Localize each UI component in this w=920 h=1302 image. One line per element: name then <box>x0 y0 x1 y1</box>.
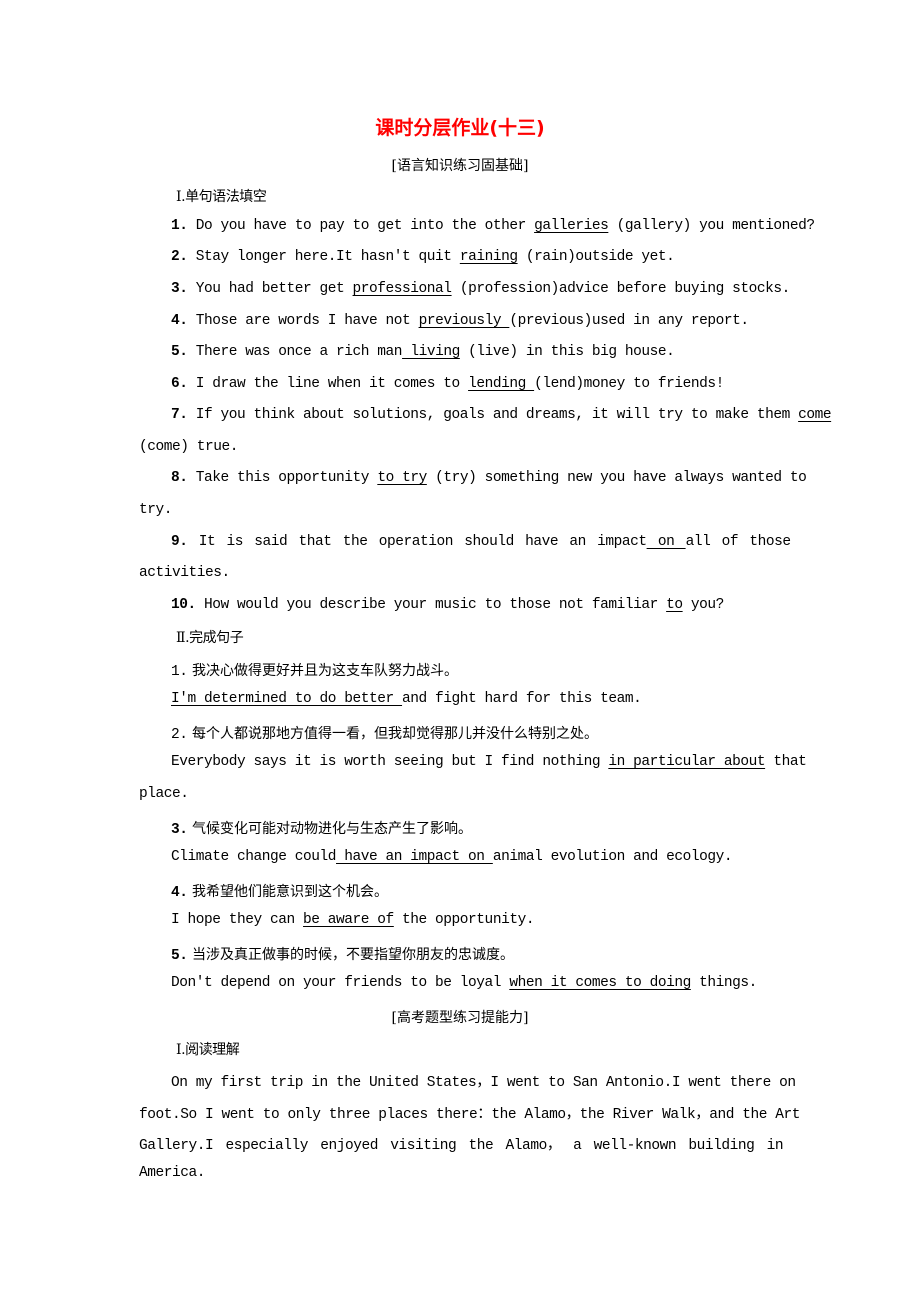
answer: come <box>798 407 832 423</box>
part2-heading: [高考题型练习提能力] <box>391 1010 529 1026</box>
answer: in particular about <box>608 754 766 770</box>
exercise-item-continuation: activities. <box>139 565 230 581</box>
item-number: 10. <box>171 597 196 613</box>
item-number: 5. <box>171 344 188 360</box>
passage-line: America. <box>139 1165 206 1181</box>
exercise-item: 2. Stay longer here.It hasn't quit raini… <box>171 249 675 265</box>
chinese-prompt: 3. 气候变化可能对动物进化与生态产生了影响。 <box>171 818 472 838</box>
chinese-prompt: 2. 每个人都说那地方值得一看，但我却觉得那儿并没什么特别之处。 <box>171 723 598 743</box>
chinese-text: 当涉及真正做事的时候，不要指望你朋友的忠诚度。 <box>187 947 514 963</box>
passage-line: foot.So I went to only three places ther… <box>139 1107 801 1123</box>
item-text: I hope they can <box>171 912 304 928</box>
answer: to try <box>377 470 427 486</box>
item-text: Stay longer here.It hasn't quit <box>187 249 460 265</box>
answer: have an impact on <box>336 849 493 865</box>
chinese-prompt: 4. 我希望他们能意识到这个机会。 <box>171 881 388 901</box>
translation-line: I hope they can be aware of the opportun… <box>171 912 535 928</box>
document-page: 课时分层作业(十三) [语言知识练习固基础] Ⅰ.单句语法填空 1. Do yo… <box>0 0 920 1302</box>
item-number: 8. <box>171 470 188 486</box>
item-text: all of those <box>685 534 791 550</box>
exercise-item: 1. Do you have to pay to get into the ot… <box>171 218 815 234</box>
item-text: Those are words I have not <box>187 313 419 329</box>
passage-line: Gallery.I especially enjoyed visiting th… <box>139 1138 784 1154</box>
item-text: Climate change could <box>171 849 337 865</box>
translation-continuation: place. <box>139 786 189 802</box>
item-text: You had better get <box>187 281 353 297</box>
item-text: Don't depend on your friends to be loyal <box>171 975 510 991</box>
exercise-item: 4. Those are words I have not previously… <box>171 313 749 329</box>
answer: to <box>666 597 683 613</box>
item-text: (profession)advice before buying stocks. <box>451 281 791 297</box>
item-number: 6. <box>171 376 188 392</box>
exercise-item: 5. There was once a rich man living (liv… <box>171 344 675 360</box>
chinese-text: 气候变化可能对动物进化与生态产生了影响。 <box>187 821 472 837</box>
item-number: 2. <box>171 727 188 743</box>
answer: lending <box>468 376 535 392</box>
answer: galleries <box>534 218 609 234</box>
item-text: (live) in this big house. <box>459 344 675 360</box>
chinese-text: 我希望他们能意识到这个机会。 <box>187 884 388 900</box>
item-number: 7. <box>171 407 188 423</box>
answer: professional <box>352 281 452 297</box>
item-text: If you think about solutions, goals and … <box>187 407 799 423</box>
item-number: 2. <box>171 249 188 265</box>
translation-line: Don't depend on your friends to be loyal… <box>171 975 757 991</box>
answer: on <box>646 534 686 550</box>
item-text: that <box>765 754 807 770</box>
item-number: 3. <box>171 822 188 838</box>
answer: be aware of <box>303 912 394 928</box>
item-number: 4. <box>171 885 188 901</box>
answer: when it comes to doing <box>509 975 691 991</box>
chinese-prompt: 1. 我决心做得更好并且为这支车队努力战斗。 <box>171 660 458 680</box>
exercise-item: 7. If you think about solutions, goals a… <box>171 407 832 423</box>
item-text: you? <box>682 597 724 613</box>
item-text: (rain)outside yet. <box>517 249 675 265</box>
item-text: and fight hard for this team. <box>402 691 642 707</box>
item-text: Take this opportunity <box>187 470 378 486</box>
exercise-item-continuation: (come) true. <box>139 439 239 455</box>
answer: living <box>402 344 460 360</box>
item-text: the opportunity. <box>393 912 535 928</box>
translation-line: I'm determined to do better and fight ha… <box>171 691 642 707</box>
section3-heading: Ⅰ.阅读理解 <box>176 1042 240 1058</box>
item-number: 1. <box>171 664 188 680</box>
part1-heading: [语言知识练习固基础] <box>391 158 529 174</box>
section1-heading: Ⅰ.单句语法填空 <box>176 189 267 205</box>
item-text: How would you describe your music to tho… <box>195 597 667 613</box>
passage-line: On my first trip in the United States，I … <box>171 1075 796 1091</box>
item-text: (gallery) you mentioned? <box>608 218 815 234</box>
item-text: I draw the line when it comes to <box>187 376 469 392</box>
item-text: It is said that the operation should hav… <box>187 534 647 550</box>
exercise-item-continuation: try. <box>139 502 173 518</box>
exercise-item: 9. It is said that the operation should … <box>171 534 791 550</box>
item-text: Do you have to pay to get into the other <box>187 218 535 234</box>
item-text: Everybody says it is worth seeing but I … <box>171 754 609 770</box>
item-number: 4. <box>171 313 188 329</box>
answer: raining <box>459 249 518 265</box>
item-text: (lend)money to friends! <box>534 376 724 392</box>
answer: I'm determined to do better <box>171 691 403 707</box>
item-text: animal evolution and ecology. <box>492 849 733 865</box>
item-text: There was once a rich man <box>187 344 403 360</box>
exercise-item: 6. I draw the line when it comes to lend… <box>171 376 724 392</box>
item-text: (try) something new you have always want… <box>426 470 807 486</box>
chinese-text: 我决心做得更好并且为这支车队努力战斗。 <box>187 663 458 679</box>
item-number: 3. <box>171 281 188 297</box>
translation-line: Climate change could have an impact on a… <box>171 849 733 865</box>
translation-line: Everybody says it is worth seeing but I … <box>171 754 807 770</box>
chinese-prompt: 5. 当涉及真正做事的时候，不要指望你朋友的忠诚度。 <box>171 944 514 964</box>
exercise-item: 8. Take this opportunity to try (try) so… <box>171 470 807 486</box>
section2-heading: Ⅱ.完成句子 <box>176 630 244 646</box>
item-text: (previous)used in any report. <box>509 313 749 329</box>
exercise-item: 10. How would you describe your music to… <box>171 597 724 613</box>
exercise-item: 3. You had better get professional (prof… <box>171 281 790 297</box>
item-number: 1. <box>171 218 188 234</box>
answer: previously <box>418 313 510 329</box>
page-title: 课时分层作业(十三) <box>375 117 545 139</box>
chinese-text: 每个人都说那地方值得一看，但我却觉得那儿并没什么特别之处。 <box>187 726 598 742</box>
item-text: things. <box>690 975 757 991</box>
item-number: 9. <box>171 534 188 550</box>
item-number: 5. <box>171 948 188 964</box>
